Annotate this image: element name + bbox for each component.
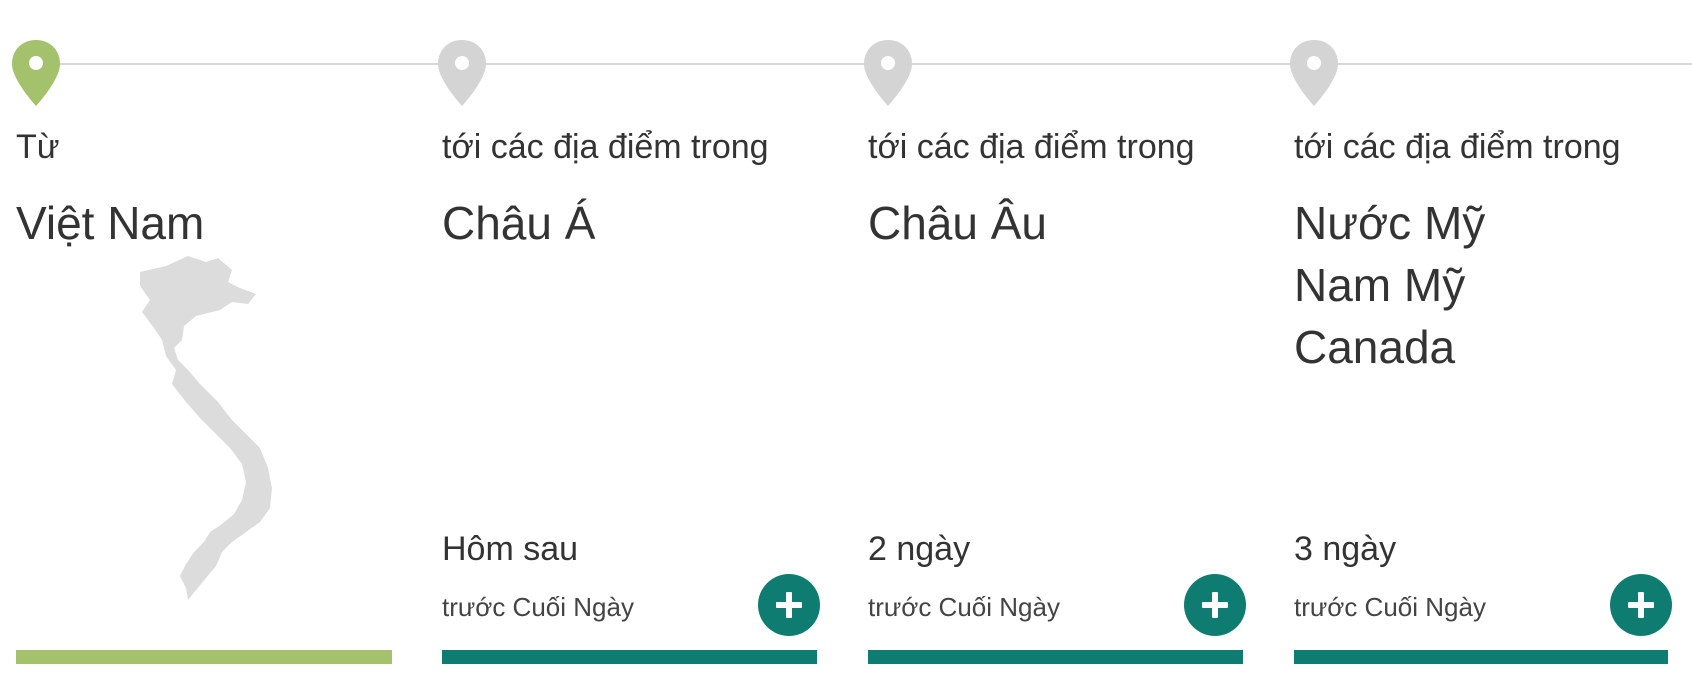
delivery-time-note: trước Cuối Ngày (1294, 592, 1486, 622)
add-button[interactable] (1184, 574, 1246, 636)
destination-column-americas: tới các địa điểm trong Nước Mỹ Nam Mỹ Ca… (1290, 0, 1684, 690)
region-name: Nước Mỹ (1294, 197, 1486, 249)
delivery-time: 3 ngày (1294, 530, 1397, 568)
add-button[interactable] (758, 574, 820, 636)
destination-column-asia: tới các địa điểm trong Châu Á Hôm sau tr… (438, 0, 822, 690)
destination-label: tới các địa điểm trong (1294, 128, 1621, 166)
plus-icon (1202, 592, 1228, 618)
vietnam-map-icon (140, 256, 272, 600)
location-pin-active-icon (12, 40, 60, 106)
region-name: Châu Âu (868, 197, 1048, 249)
region-name: Châu Á (442, 197, 596, 249)
destination-progress-bar (1294, 650, 1668, 664)
origin-label: Từ (16, 128, 60, 166)
add-button[interactable] (1610, 574, 1672, 636)
destination-column-europe: tới các địa điểm trong Châu Âu 2 ngày tr… (864, 0, 1248, 690)
plus-icon (1628, 592, 1654, 618)
origin-country: Việt Nam (16, 197, 205, 249)
origin-column: Từ Việt Nam (12, 0, 396, 690)
destination-regions: Nước Mỹ Nam Mỹ Canada (1294, 192, 1485, 378)
location-pin-icon (1290, 40, 1338, 106)
delivery-time-note: trước Cuối Ngày (868, 592, 1060, 622)
destination-progress-bar (868, 650, 1243, 664)
region-name: Canada (1294, 321, 1456, 373)
destination-regions: Châu Á (442, 192, 595, 254)
location-pin-icon (864, 40, 912, 106)
plus-icon (776, 592, 802, 618)
location-pin-icon (438, 40, 486, 106)
delivery-time: 2 ngày (868, 530, 971, 568)
destination-label: tới các địa điểm trong (868, 128, 1195, 166)
delivery-time-note: trước Cuối Ngày (442, 592, 634, 622)
destination-regions: Châu Âu (868, 192, 1047, 254)
origin-progress-bar (16, 650, 392, 664)
region-name: Nam Mỹ (1294, 259, 1466, 311)
destination-label: tới các địa điểm trong (442, 128, 769, 166)
delivery-time: Hôm sau (442, 530, 579, 568)
destination-progress-bar (442, 650, 817, 664)
